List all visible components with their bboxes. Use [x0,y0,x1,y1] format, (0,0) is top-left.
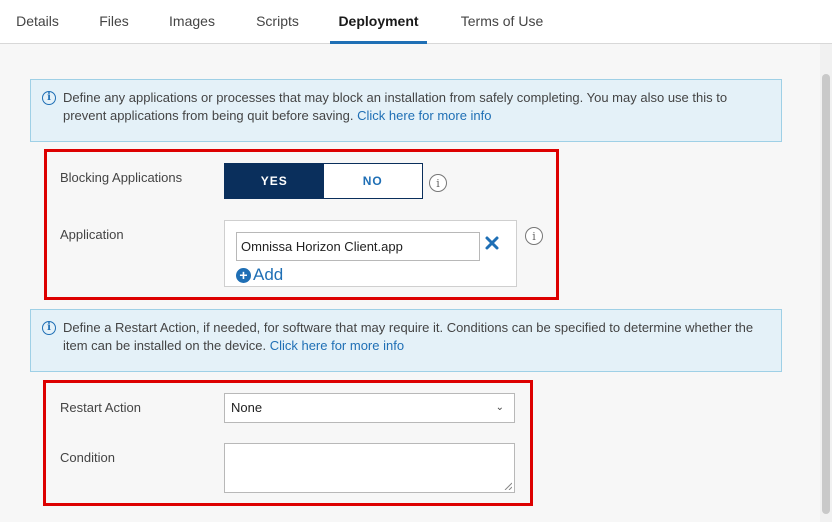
application-help-icon[interactable]: i [525,227,543,245]
blocking-info-banner: i Define any applications or processes t… [30,79,782,142]
condition-label: Condition [60,450,115,465]
restart-action-select[interactable]: None ⌄ [224,393,515,423]
tab-files[interactable]: Files [99,0,129,44]
restart-info-text: Define a Restart Action, if needed, for … [63,320,754,353]
tab-images[interactable]: Images [168,0,216,44]
plus-circle-icon: + [236,267,251,283]
tab-details[interactable]: Details [15,0,60,44]
restart-action-label: Restart Action [60,400,141,415]
tab-scripts[interactable]: Scripts [255,0,300,44]
resize-grip-icon[interactable] [504,482,512,490]
remove-icon[interactable] [484,235,500,251]
tab-deployment[interactable]: Deployment [330,0,427,44]
scrollbar-thumb[interactable] [822,74,830,514]
no-button[interactable]: NO [323,164,422,198]
application-input[interactable]: Omnissa Horizon Client.app [236,232,480,261]
vertical-scrollbar[interactable] [820,44,832,522]
info-icon: i [42,91,56,105]
tab-bar: Details Files Images Scripts Deployment … [0,0,832,44]
blocking-applications-toggle: YES NO [224,163,423,199]
blocking-applications-label: Blocking Applications [60,170,183,185]
tab-terms-of-use[interactable]: Terms of Use [459,0,545,44]
yes-button[interactable]: YES [225,164,324,198]
blocking-info-link[interactable]: Click here for more info [357,108,491,123]
blocking-applications-help-icon[interactable]: i [429,174,447,192]
restart-action-value: None [231,400,263,415]
restart-info-link[interactable]: Click here for more info [270,338,404,353]
application-label: Application [60,227,124,242]
add-label: Add [253,265,284,284]
add-application-button[interactable]: + Add [236,264,283,286]
condition-textarea[interactable] [224,443,515,493]
restart-info-banner: i Define a Restart Action, if needed, fo… [30,309,782,372]
info-icon: i [42,321,56,335]
application-panel: Omnissa Horizon Client.app + Add [224,220,517,287]
chevron-down-icon: ⌄ [495,402,504,413]
